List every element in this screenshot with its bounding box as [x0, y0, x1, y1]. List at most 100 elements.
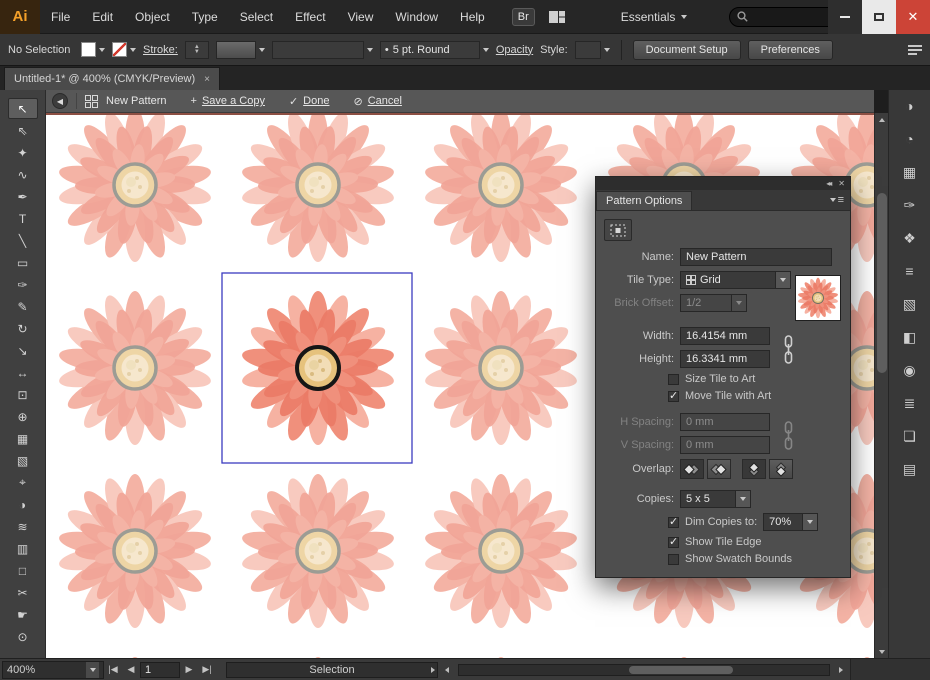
close-panel-icon[interactable]: ✕	[838, 179, 845, 188]
fill-color-dropdown[interactable]	[81, 42, 105, 57]
scroll-right-button[interactable]	[832, 665, 850, 675]
document-setup-button[interactable]: Document Setup	[633, 40, 741, 60]
overlap-btn-2[interactable]	[742, 459, 766, 479]
shape-builder-tool[interactable]: ⊕	[8, 406, 38, 427]
menu-effect[interactable]: Effect	[284, 0, 336, 33]
maximize-button[interactable]	[862, 0, 896, 34]
rotate-tool[interactable]: ↻	[8, 318, 38, 339]
show-swatch-bounds-checkbox[interactable]	[668, 554, 679, 565]
menu-help[interactable]: Help	[449, 0, 496, 33]
menu-view[interactable]: View	[337, 0, 385, 33]
last-artboard-button[interactable]: ▶|	[198, 664, 216, 675]
exit-pattern-mode-button[interactable]: ◀	[52, 93, 68, 109]
stroke-color-dropdown[interactable]	[112, 42, 136, 57]
collapse-panel-icon[interactable]: ◂◂	[826, 179, 830, 188]
pattern-name-input[interactable]: New Pattern	[680, 248, 832, 266]
save-a-copy-button[interactable]: + Save a Copy	[191, 95, 265, 107]
document-tab[interactable]: Untitled-1* @ 400% (CMYK/Preview) ×	[4, 67, 220, 90]
close-button[interactable]: ✕	[896, 0, 930, 34]
symbols-panel-icon[interactable]: ❖	[896, 225, 924, 251]
paintbrush-tool[interactable]: ✑	[8, 274, 38, 295]
constrain-proportions-icon[interactable]	[782, 334, 795, 366]
transparency-panel-icon[interactable]: ◧	[896, 324, 924, 350]
gradient-tool[interactable]: ▧	[8, 450, 38, 471]
overlap-btn-0[interactable]	[680, 459, 704, 479]
workspace-switcher[interactable]: Essentials	[621, 10, 688, 24]
menu-window[interactable]: Window	[384, 0, 449, 33]
hand-tool[interactable]: ☛	[8, 604, 38, 625]
scroll-left-button[interactable]	[438, 665, 456, 675]
brush-definition-dropdown[interactable]: •5 pt. Round	[380, 41, 489, 59]
menu-file[interactable]: File	[40, 0, 81, 33]
dim-percent-dropdown[interactable]: 70%	[763, 513, 803, 531]
scroll-up-button[interactable]	[875, 113, 888, 126]
dim-percent-chevron[interactable]	[803, 513, 818, 531]
move-tile-with-art-checkbox[interactable]	[668, 391, 679, 402]
minimize-button[interactable]	[828, 0, 862, 34]
brushes-panel-icon[interactable]: ✑	[896, 192, 924, 218]
style-dropdown[interactable]	[575, 41, 610, 59]
pattern-options-tab[interactable]: Pattern Options	[596, 191, 692, 210]
artboards-panel-icon[interactable]: ❏	[896, 423, 924, 449]
rectangle-tool[interactable]: ▭	[8, 252, 38, 273]
overlap-btn-3[interactable]	[769, 459, 793, 479]
slice-tool[interactable]: ✂	[8, 582, 38, 603]
menu-edit[interactable]: Edit	[81, 0, 124, 33]
scroll-down-button[interactable]	[875, 645, 888, 658]
pattern-tile-art[interactable]	[240, 291, 395, 445]
preferences-button[interactable]: Preferences	[748, 40, 833, 60]
selection-tool[interactable]: ↖	[8, 98, 38, 119]
copies-dropdown[interactable]: 5 x 5	[680, 490, 736, 508]
panel-flyout-menu-icon[interactable]: ≡	[824, 194, 850, 210]
direct-selection-tool[interactable]: ⇖	[8, 120, 38, 141]
symbol-sprayer-tool[interactable]: ≋	[8, 516, 38, 537]
copies-chevron[interactable]	[736, 490, 751, 508]
menu-object[interactable]: Object	[124, 0, 181, 33]
vertical-scrollbar[interactable]	[874, 113, 888, 658]
line-segment-tool[interactable]: ╲	[8, 230, 38, 251]
stroke-panel-icon[interactable]: ≡	[896, 258, 924, 284]
cancel-button[interactable]: ⊘ Cancel	[353, 95, 401, 108]
app-logo[interactable]: Ai	[0, 0, 40, 34]
blend-tool[interactable]: ◑	[8, 494, 38, 515]
overlap-btn-1[interactable]	[707, 459, 731, 479]
eyedropper-tool[interactable]: ⌖	[8, 472, 38, 493]
variable-width-dropdown[interactable]	[272, 41, 373, 59]
color-guide-panel-icon[interactable]: ◔	[896, 126, 924, 152]
stroke-weight-stepper[interactable]: ▲▼	[185, 41, 209, 59]
tab-close-icon[interactable]: ×	[204, 74, 210, 85]
width-tool[interactable]: ↔	[8, 362, 38, 383]
free-transform-tool[interactable]: ⊡	[8, 384, 38, 405]
gradient-panel-icon[interactable]: ▧	[896, 291, 924, 317]
menu-select[interactable]: Select	[229, 0, 284, 33]
color-panel-icon[interactable]: ◑	[896, 93, 924, 119]
zoom-tool[interactable]: ⊙	[8, 626, 38, 647]
column-graph-tool[interactable]: ▥	[8, 538, 38, 559]
mesh-tool[interactable]: ▦	[8, 428, 38, 449]
artboard-tool[interactable]: □	[8, 560, 38, 581]
horizontal-scrollbar[interactable]	[458, 664, 830, 676]
previous-artboard-button[interactable]: ◀	[122, 664, 140, 675]
height-input[interactable]: 16.3341 mm	[680, 350, 770, 368]
pencil-tool[interactable]: ✎	[8, 296, 38, 317]
stroke-weight-dropdown[interactable]	[216, 41, 265, 59]
size-tile-to-art-checkbox[interactable]	[668, 374, 679, 385]
appearance-panel-icon[interactable]: ◉	[896, 357, 924, 383]
vertical-scroll-thumb[interactable]	[877, 193, 887, 373]
magic-wand-tool[interactable]: ✦	[8, 142, 38, 163]
next-artboard-button[interactable]: ▶	[180, 664, 198, 675]
scale-tool[interactable]: ↘	[8, 340, 38, 361]
show-tile-edge-checkbox[interactable]	[668, 537, 679, 548]
asset-export-panel-icon[interactable]: ▤	[896, 456, 924, 482]
tile-type-chevron[interactable]	[776, 271, 791, 289]
control-panel-menu-icon[interactable]	[908, 45, 922, 55]
menu-type[interactable]: Type	[181, 0, 229, 33]
layers-panel-icon[interactable]: ≣	[896, 390, 924, 416]
first-artboard-button[interactable]: |◀	[104, 664, 122, 675]
artboard-number-field[interactable]: 1	[140, 662, 180, 678]
zoom-dropdown[interactable]: 400%	[2, 661, 104, 679]
dim-copies-checkbox[interactable]	[668, 517, 679, 528]
arrange-documents-icon[interactable]	[549, 11, 565, 23]
stroke-link[interactable]: Stroke:	[143, 44, 178, 56]
opacity-link[interactable]: Opacity	[496, 44, 533, 56]
